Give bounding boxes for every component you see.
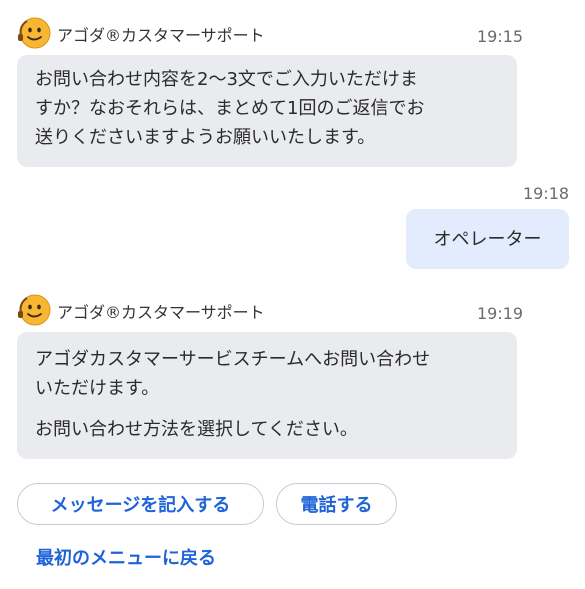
message-timestamp: 19:15 [477,27,524,46]
phone-call-button[interactable]: 電話する [276,483,397,525]
message-timestamp: 19:18 [523,184,570,203]
message-timestamp: 19:19 [477,304,524,323]
bot-message-bubble: お問い合わせ内容を2〜3文でご入力いただけま すか？なおそれらは、まとめて1回の… [17,55,517,167]
message-line: いただけます。 [35,378,160,399]
user-message-text: オペレーター [433,228,542,250]
bot-message-bubble: アゴダカスタマーサービスチームへお問い合わせ いただけます。 お問い合わせ方法を… [17,332,517,459]
agent-avatar-icon [17,293,51,327]
sender-name: アゴダ®カスタマーサポート [57,26,265,45]
agent-avatar-icon [17,16,51,50]
message-line: お問い合わせ方法を選択してください。 [35,419,358,440]
sender-name: アゴダ®カスタマーサポート [57,303,265,322]
user-message-bubble: オペレーター [406,209,569,269]
message-line: お問い合わせ内容を2〜3文でご入力いただけま [35,69,418,90]
message-line: すか？なおそれらは、まとめて1回のご返信でお [35,98,425,119]
message-line: アゴダカスタマーサービスチームへお問い合わせ [35,349,431,370]
message-line: 送りくださいますようお願いいたします。 [35,127,376,148]
back-to-main-menu-link[interactable]: 最初のメニューに戻る [36,544,216,570]
write-message-button[interactable]: メッセージを記入する [17,483,264,525]
